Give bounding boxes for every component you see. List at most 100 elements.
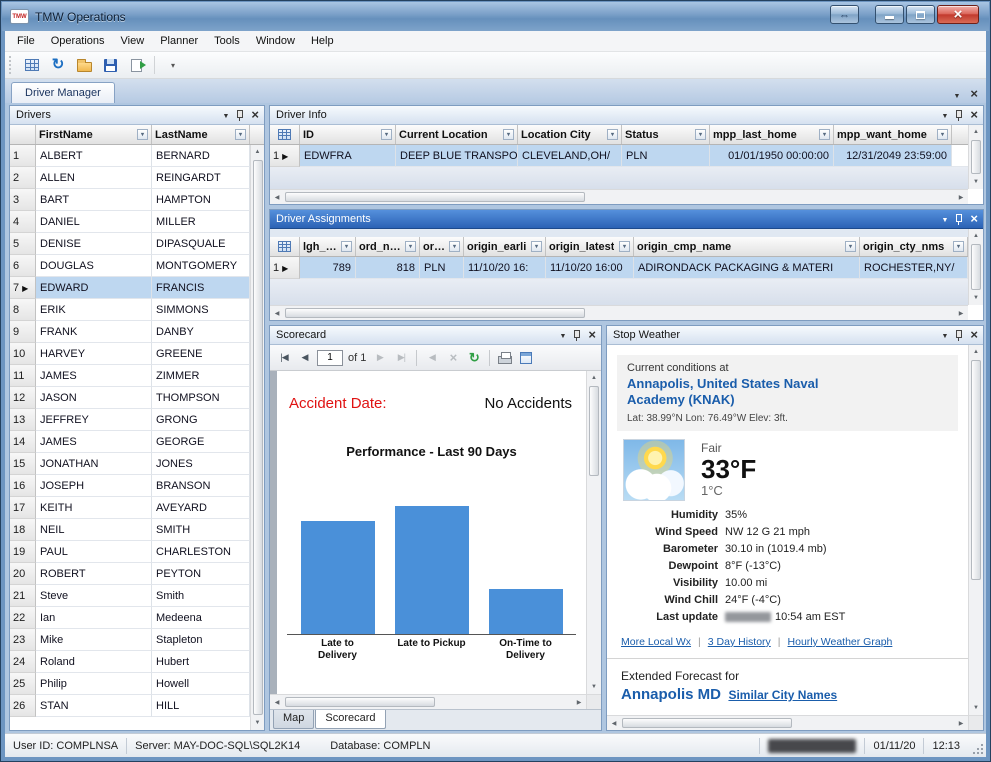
export-icon-button[interactable] xyxy=(124,54,148,76)
table-row[interactable]: 1EDWFRADEEP BLUE TRANSPOCLEVELAND,OH/PLN… xyxy=(270,145,968,167)
weather-station-link[interactable]: Annapolis, United States Naval Academy (… xyxy=(627,376,857,409)
report-horizontal-scrollbar[interactable] xyxy=(270,694,586,709)
panel-close-icon[interactable] xyxy=(251,108,259,122)
filter-icon[interactable] xyxy=(695,129,706,140)
filter-icon[interactable] xyxy=(137,129,148,140)
filter-icon[interactable] xyxy=(607,129,618,140)
scroll-down-icon[interactable] xyxy=(251,716,264,730)
filter-icon[interactable] xyxy=(449,241,460,252)
column-header-origin-cty-nms[interactable]: origin_cty_nms xyxy=(860,237,968,256)
tab-scorecard[interactable]: Scorecard xyxy=(315,710,385,729)
column-header-lgh-num[interactable]: lgh_num xyxy=(300,237,356,256)
driver-row[interactable]: 9FRANKDANBY xyxy=(10,321,250,343)
driver-row[interactable]: 14JAMESGEORGE xyxy=(10,431,250,453)
grid-tool-icon-button[interactable] xyxy=(20,54,44,76)
tab-list-dropdown-icon[interactable] xyxy=(953,85,960,103)
driver-row[interactable]: 8ERIKSIMMONS xyxy=(10,299,250,321)
toolbar-grip[interactable] xyxy=(9,56,14,74)
filter-icon[interactable] xyxy=(937,129,948,140)
menu-item-planner[interactable]: Planner xyxy=(152,32,206,50)
driver-row[interactable]: 21SteveSmith xyxy=(10,585,250,607)
column-header-firstname[interactable]: FirstName xyxy=(36,125,152,144)
driver-row[interactable]: 2ALLENREINGARDT xyxy=(10,167,250,189)
weather-link[interactable]: Hourly Weather Graph xyxy=(788,636,893,648)
column-header-ord-num[interactable]: ord_num xyxy=(356,237,420,256)
scroll-right-icon[interactable] xyxy=(954,306,968,320)
scroll-down-icon[interactable] xyxy=(970,291,983,305)
minimize-button[interactable] xyxy=(875,5,904,24)
column-header-origin-cmp-name[interactable]: origin_cmp_name xyxy=(634,237,860,256)
driver-row[interactable]: 4DANIELMILLER xyxy=(10,211,250,233)
column-header-origin-latest[interactable]: origin_latest xyxy=(546,237,634,256)
column-header-origin-earli[interactable]: origin_earli xyxy=(464,237,546,256)
driver-row[interactable]: 13JEFFREYGRONG xyxy=(10,409,250,431)
drivers-vertical-scrollbar[interactable] xyxy=(250,145,264,730)
driver-row[interactable]: 26STANHILL xyxy=(10,695,250,717)
filter-icon[interactable] xyxy=(845,241,856,252)
scroll-right-icon[interactable] xyxy=(954,190,968,204)
driver-row[interactable]: 22IanMedeena xyxy=(10,607,250,629)
scroll-up-icon[interactable] xyxy=(588,371,601,385)
menu-item-view[interactable]: View xyxy=(113,32,153,50)
tab-map[interactable]: Map xyxy=(273,710,314,729)
panel-menu-icon[interactable] xyxy=(941,213,948,225)
stop-weather-panel-header[interactable]: Stop Weather xyxy=(607,326,983,345)
pin-icon[interactable] xyxy=(236,109,244,122)
driver-row[interactable]: 16JOSEPHBRANSON xyxy=(10,475,250,497)
back-button[interactable] xyxy=(423,349,441,367)
scroll-thumb[interactable] xyxy=(285,697,435,707)
panel-menu-icon[interactable] xyxy=(941,329,948,341)
driver-row[interactable]: 15JONATHANJONES xyxy=(10,453,250,475)
weather-link[interactable]: 3 Day History xyxy=(708,636,771,648)
similar-city-names-link[interactable]: Similar City Names xyxy=(728,688,837,702)
scroll-up-icon[interactable] xyxy=(251,145,264,159)
filter-icon[interactable] xyxy=(503,129,514,140)
scroll-thumb[interactable] xyxy=(285,308,585,318)
print-layout-button[interactable] xyxy=(517,349,535,367)
open-folder-icon-button[interactable] xyxy=(72,54,96,76)
maximize-button[interactable] xyxy=(906,5,935,24)
page-number-input[interactable] xyxy=(317,350,343,366)
filter-icon[interactable] xyxy=(819,129,830,140)
menu-item-file[interactable]: File xyxy=(9,32,43,50)
window-arrows-button[interactable] xyxy=(830,5,859,24)
scroll-down-icon[interactable] xyxy=(970,701,983,715)
save-icon-button[interactable] xyxy=(98,54,122,76)
filter-icon[interactable] xyxy=(619,241,630,252)
driver-row[interactable]: 12JASONTHOMPSON xyxy=(10,387,250,409)
resize-grip[interactable] xyxy=(970,741,984,755)
scroll-left-icon[interactable] xyxy=(270,695,284,709)
driver-row[interactable]: 1ALBERTBERNARD xyxy=(10,145,250,167)
column-header-id[interactable]: ID xyxy=(300,125,396,144)
report-vertical-scrollbar[interactable] xyxy=(586,371,601,694)
scroll-left-icon[interactable] xyxy=(270,190,284,204)
driver-row[interactable]: 5DENISEDIPASQUALE xyxy=(10,233,250,255)
filter-icon[interactable] xyxy=(235,129,246,140)
scroll-down-icon[interactable] xyxy=(970,175,983,189)
column-header-mpp-want-home[interactable]: mpp_want_home xyxy=(834,125,952,144)
refresh-report-button[interactable] xyxy=(465,349,483,367)
column-header-ord-s[interactable]: ord_s xyxy=(420,237,464,256)
driver-row[interactable]: 6DOUGLASMONTGOMERY xyxy=(10,255,250,277)
assignments-vertical-scrollbar[interactable] xyxy=(968,229,983,305)
scroll-up-icon[interactable] xyxy=(970,345,983,359)
driver-row[interactable]: 7EDWARDFRANCIS xyxy=(10,277,250,299)
scroll-left-icon[interactable] xyxy=(607,716,621,730)
scroll-right-icon[interactable] xyxy=(954,716,968,730)
assignments-horizontal-scrollbar[interactable] xyxy=(270,305,968,320)
panel-close-icon[interactable] xyxy=(970,212,978,226)
extended-forecast-city[interactable]: Annapolis MD xyxy=(621,686,721,703)
scroll-thumb[interactable] xyxy=(971,244,981,290)
tab-close-icon[interactable] xyxy=(970,85,978,103)
filter-icon[interactable] xyxy=(341,241,352,252)
driver-row[interactable]: 17KEITHAVEYARD xyxy=(10,497,250,519)
column-header-location-city[interactable]: Location City xyxy=(518,125,622,144)
pin-icon[interactable] xyxy=(955,329,963,342)
filter-icon[interactable] xyxy=(405,241,416,252)
expand-arrow-icon[interactable] xyxy=(282,262,288,274)
driver-row[interactable]: 19PAULCHARLESTON xyxy=(10,541,250,563)
driver-row[interactable]: 20ROBERTPEYTON xyxy=(10,563,250,585)
driver-row[interactable]: 23MikeStapleton xyxy=(10,629,250,651)
refresh-icon-button[interactable] xyxy=(46,54,70,76)
scroll-thumb[interactable] xyxy=(285,192,585,202)
